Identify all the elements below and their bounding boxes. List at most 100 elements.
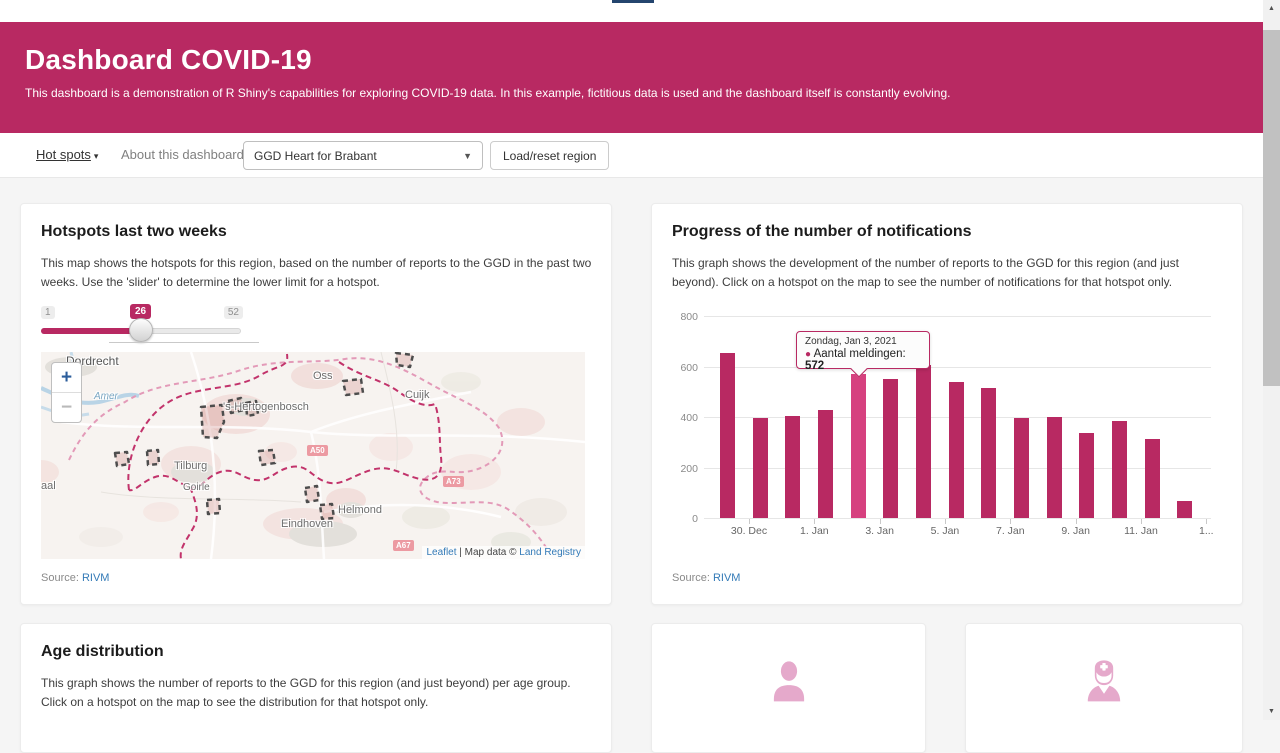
zoom-in-button[interactable]: + [52,363,81,393]
tooltip-value: 572 [805,360,824,372]
scroll-up-arrow[interactable]: ▲ [1263,0,1280,17]
road-badge-a73: A73 [443,476,464,487]
y-axis-label: 200 [672,463,698,475]
zoom-out-button[interactable]: − [52,393,81,423]
bar-11-jan[interactable] [1112,421,1127,518]
land-registry-link[interactable]: Land Registry [519,547,581,558]
bar-10-jan[interactable] [1079,433,1094,518]
slider-max-label: 52 [224,306,243,319]
bar-12-jan[interactable] [1145,439,1160,518]
hotspot-outline[interactable] [115,452,129,466]
map-label-oss: Oss [313,370,333,382]
x-axis-label: 1. Jan [784,525,844,537]
hotspots-card-description: This map shows the hotspots for this reg… [41,254,593,292]
map-label-tilburg: Tilburg [174,460,207,472]
bar-3-jan[interactable] [851,374,866,518]
bar-5-jan[interactable] [916,365,931,518]
hotspot-outline[interactable] [305,486,319,502]
page-scrollbar[interactable]: ▲ ▼ [1263,0,1280,720]
chevron-down-icon: ▾ [94,151,99,161]
map-attribution: Leaflet | Map data © Land Registry [422,546,585,559]
hotspot-outline[interactable] [201,405,224,438]
map-label-waal: aal [41,480,56,492]
leaflet-link[interactable]: Leaflet [426,547,456,558]
gridline [704,518,1211,519]
select-caret-icon: ▼ [463,151,472,161]
x-axis-tick [1076,519,1077,524]
page-title: Dashboard COVID-19 [25,44,312,76]
x-axis-tick [945,519,946,524]
x-axis-tick [1010,519,1011,524]
rivm-link[interactable]: RIVM [82,572,110,584]
x-axis-tick [880,519,881,524]
age-distribution-card: Age distribution This graph shows the nu… [20,623,612,753]
map-label-amer: Amer [94,391,118,402]
slider-min-label: 1 [41,306,55,319]
road-badge-a50: A50 [307,445,328,456]
slider-value-badge: 26 [130,304,151,319]
page-subtitle: This dashboard is a demonstration of R S… [25,86,950,100]
x-axis-tick [1206,519,1207,524]
browser-top-strip [0,0,1263,22]
notifications-chart: Zondag, Jan 3, 2021 ● Aantal meldingen: … [672,304,1224,554]
gridline [704,367,1211,368]
scroll-down-arrow[interactable]: ▼ [1263,703,1280,720]
nurse-icon [1077,656,1131,715]
hotspot-outline[interactable] [320,504,334,519]
y-axis-label: 800 [672,311,698,323]
load-reset-region-button[interactable]: Load/reset region [490,141,609,170]
tab-hot-spots[interactable]: Hot spots▾ [36,147,98,162]
x-axis-label: 30. Dec [719,525,779,537]
slider-grid-line [109,342,259,343]
bar-30-dec[interactable] [720,353,735,518]
slider-fill [41,328,140,334]
gridline [704,316,1211,317]
x-axis-label: 3. Jan [850,525,910,537]
x-axis-label: 11. Jan [1111,525,1171,537]
x-axis-label: 7. Jan [980,525,1040,537]
region-select-value: GGD Heart for Brabant [254,149,377,163]
bar-2-jan[interactable] [818,410,833,518]
y-axis-label: 400 [672,412,698,424]
scroll-thumb[interactable] [1263,30,1280,386]
notifications-plot: Zondag, Jan 3, 2021 ● Aantal meldingen: … [704,317,1211,519]
hotspots-source: Source: RIVM [41,572,109,584]
bar-7-jan[interactable] [981,388,996,518]
hotspot-threshold-slider: 1 52 26 [41,304,243,348]
bar-1-jan[interactable] [785,416,800,519]
hotspot-outline[interactable] [259,450,275,465]
notifications-source: Source: RIVM [672,572,740,584]
map-label-goirle: Goirle [183,482,210,493]
x-axis-tick [1141,519,1142,524]
bar-9-jan[interactable] [1047,417,1062,519]
bar-13-jan[interactable] [1177,501,1192,518]
bar-8-jan[interactable] [1014,418,1029,518]
road-badge-a67: A67 [393,540,414,551]
notifications-card-title: Progress of the number of notifications [672,223,972,241]
hotspot-outline[interactable] [396,353,413,367]
navbar: Hot spots▾ About this dashboard GGD Hear… [0,133,1263,178]
bar-4-jan[interactable] [883,379,898,518]
x-axis-label: 5. Jan [915,525,975,537]
rivm-link[interactable]: RIVM [713,572,741,584]
x-axis-label: 1... [1176,525,1236,537]
map-zoom-control: + − [51,362,82,423]
person-icon [762,656,816,715]
hotspots-card: Hotspots last two weeks This map shows t… [20,203,612,605]
bar-31-dec[interactable] [753,418,768,518]
map-label-eindhoven: Eindhoven [281,518,333,530]
hotspot-outline[interactable] [207,499,220,514]
x-axis-tick [814,519,815,524]
x-axis-label: 9. Jan [1046,525,1106,537]
hotspot-outline[interactable] [147,450,159,465]
bar-6-jan[interactable] [949,382,964,518]
slider-handle[interactable] [129,318,153,342]
map-label-cuijk: Cuijk [405,389,429,401]
hotspots-card-title: Hotspots last two weeks [41,223,227,241]
tab-about-dashboard[interactable]: About this dashboard [121,147,244,162]
hotspot-outline[interactable] [343,379,363,395]
region-select[interactable]: GGD Heart for Brabant ▼ [243,141,483,170]
person-stat-card [651,623,926,753]
leaflet-map[interactable]: Dordrecht Amer Oss 's-Hertogenbosch Cuij… [41,352,585,559]
browser-tab-indicator [612,0,654,3]
